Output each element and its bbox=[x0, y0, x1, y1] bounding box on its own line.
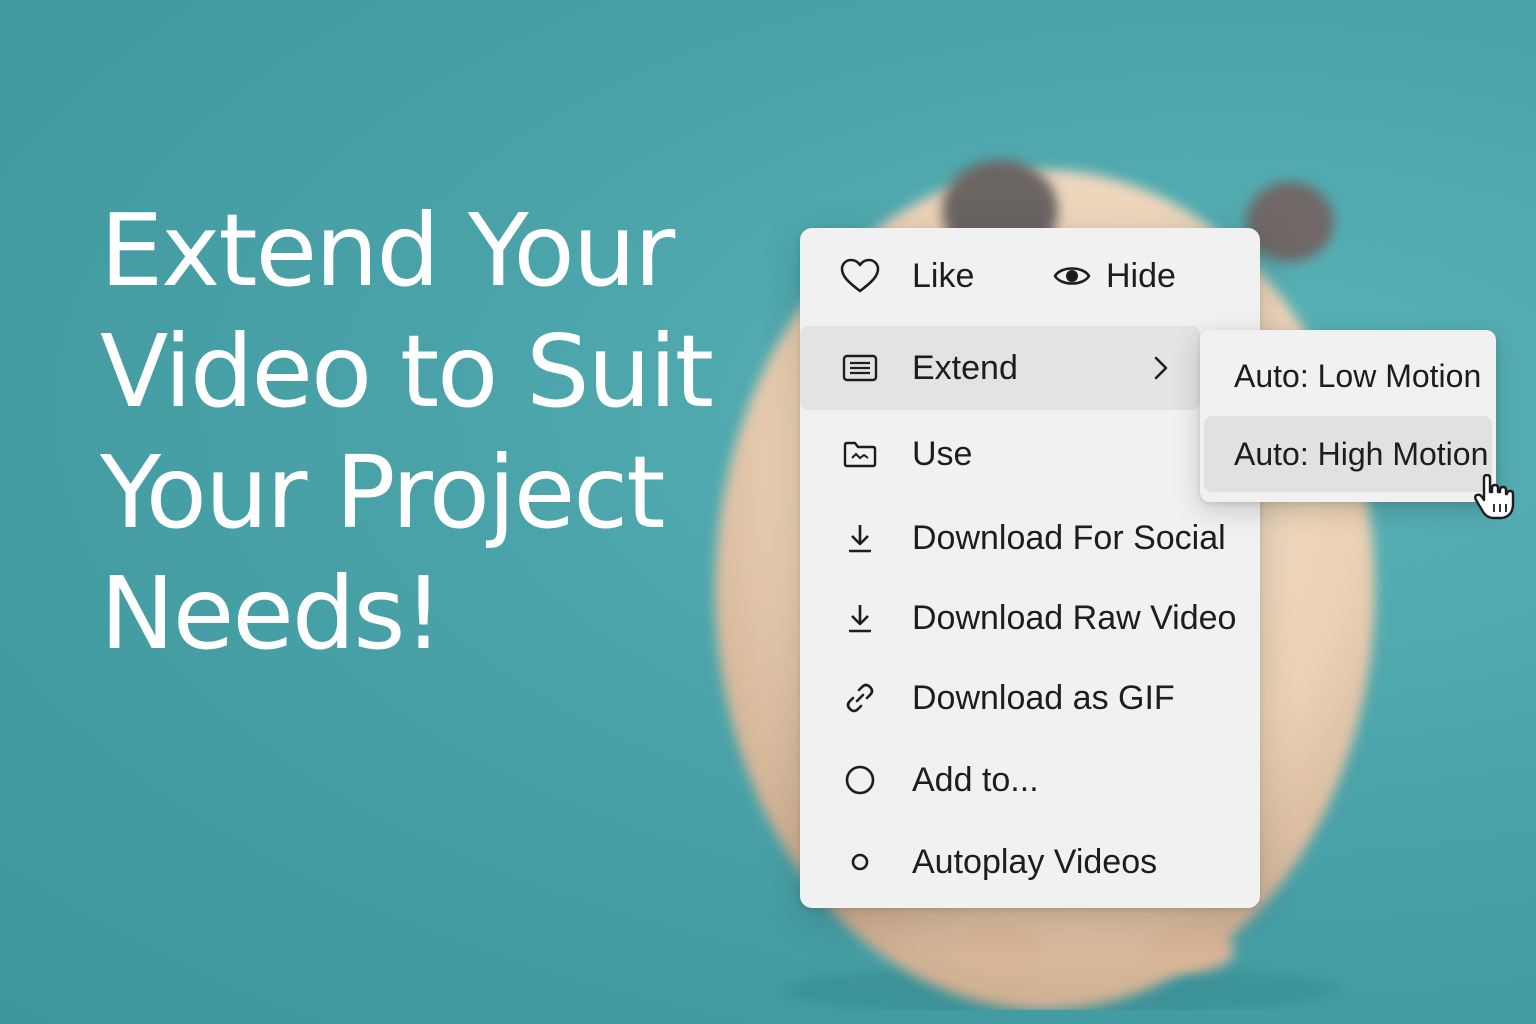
like-button[interactable]: Like bbox=[840, 256, 974, 296]
headline-line: Your Project bbox=[100, 434, 665, 551]
download-icon bbox=[840, 518, 880, 558]
headline-line: Needs! bbox=[100, 555, 444, 672]
menu-top-row: Like Hide bbox=[800, 228, 1260, 326]
download-icon bbox=[840, 598, 880, 638]
chevron-right-icon bbox=[1152, 350, 1172, 395]
folder-icon bbox=[840, 434, 880, 474]
menu-item-download-raw[interactable]: Download Raw Video bbox=[800, 578, 1260, 658]
hide-button[interactable]: Hide bbox=[1052, 256, 1176, 296]
like-label: Like bbox=[912, 256, 975, 295]
heart-icon bbox=[840, 256, 880, 296]
extend-submenu: Auto: Low Motion Auto: High Motion bbox=[1200, 330, 1496, 502]
menu-item-add-to[interactable]: Add to... bbox=[800, 740, 1260, 820]
menu-item-label: Autoplay Videos bbox=[912, 842, 1158, 881]
submenu-item-label: Auto: High Motion bbox=[1234, 435, 1489, 472]
submenu-item-label: Auto: Low Motion bbox=[1234, 357, 1482, 394]
list-icon bbox=[840, 348, 880, 388]
hand-cursor-icon bbox=[1474, 474, 1515, 520]
menu-item-label: Download Raw Video bbox=[912, 598, 1237, 637]
submenu-item-high-motion[interactable]: Auto: High Motion bbox=[1204, 416, 1492, 492]
menu-item-download-gif[interactable]: Download as GIF bbox=[800, 658, 1260, 738]
menu-item-download-social[interactable]: Download For Social bbox=[800, 498, 1260, 578]
menu-item-autoplay[interactable]: Autoplay Videos bbox=[800, 822, 1260, 902]
small-circle-icon bbox=[840, 842, 880, 882]
menu-item-extend[interactable]: Extend bbox=[800, 326, 1200, 410]
headline-line: Video to Suit bbox=[100, 313, 714, 430]
eye-icon bbox=[1052, 256, 1092, 296]
headline-line: Extend Your bbox=[100, 192, 675, 309]
menu-item-label: Use bbox=[912, 434, 973, 473]
headline: Extend Your Video to Suit Your Project N… bbox=[100, 190, 780, 674]
menu-item-label: Extend bbox=[912, 348, 1018, 387]
menu-item-label: Download as GIF bbox=[912, 678, 1175, 717]
context-menu: Like Hide Extend Use Download For Social bbox=[800, 228, 1260, 908]
menu-item-label: Download For Social bbox=[912, 518, 1226, 557]
link-icon bbox=[840, 678, 880, 718]
hide-label: Hide bbox=[1106, 256, 1176, 295]
submenu-item-low-motion[interactable]: Auto: Low Motion bbox=[1204, 338, 1492, 414]
circle-icon bbox=[840, 760, 880, 800]
menu-item-use[interactable]: Use bbox=[800, 414, 1260, 494]
menu-item-label: Add to... bbox=[912, 760, 1039, 799]
